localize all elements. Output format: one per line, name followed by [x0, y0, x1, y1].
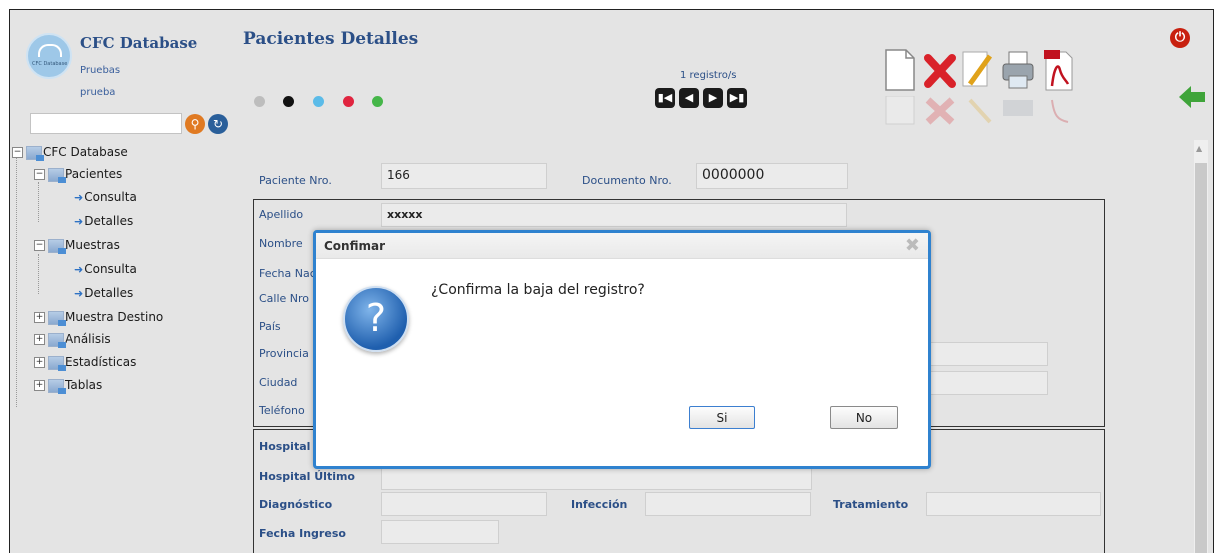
ciudad-label: Ciudad: [259, 376, 298, 389]
collapse-icon[interactable]: −: [34, 240, 45, 251]
telefono-label: Teléfono: [259, 404, 305, 417]
record-count: 1 registro/s: [680, 70, 737, 81]
provincia-extra-field[interactable]: [927, 342, 1048, 366]
app-window: CFC Database CFC Database Pruebas prueba…: [9, 9, 1214, 553]
expand-icon[interactable]: +: [34, 334, 45, 345]
new-document-reflection: [885, 96, 915, 125]
collapse-icon[interactable]: −: [12, 147, 23, 158]
folder-icon: [48, 310, 66, 326]
tree-root[interactable]: − CFC Database: [12, 143, 128, 161]
tree-item-analisis[interactable]: + Análisis: [34, 330, 111, 348]
edit-reflection: [968, 98, 992, 124]
next-record-button[interactable]: ▶: [703, 88, 723, 108]
tratamiento-field[interactable]: [926, 492, 1101, 516]
page-title: Pacientes Detalles: [243, 29, 419, 49]
yes-button[interactable]: Si: [689, 406, 755, 429]
app-logo: CFC Database: [26, 33, 72, 79]
print-reflection: [1003, 100, 1033, 116]
provincia-label: Provincia: [259, 347, 309, 360]
refresh-icon[interactable]: ↻: [208, 114, 228, 134]
documento-field[interactable]: 0000000: [696, 163, 848, 189]
search-input[interactable]: [30, 113, 182, 134]
delete-reflection: [925, 97, 955, 125]
hospital-ultimo-label: Hospital Último: [259, 470, 355, 483]
tree-item-muestras-detalles[interactable]: ➜Detalles: [74, 284, 133, 302]
documento-label: Documento Nro.: [582, 174, 672, 187]
paciente-field[interactable]: 166: [381, 163, 547, 189]
tratamiento-label: Tratamiento: [833, 498, 909, 511]
tree-item-muestras[interactable]: − Muestras: [34, 236, 120, 254]
arrow-right-icon: ➜: [74, 191, 84, 204]
print-icon[interactable]: [1000, 48, 1036, 92]
app-title: CFC Database: [80, 34, 198, 52]
tree-item-muestra-destino[interactable]: + Muestra Destino: [34, 308, 163, 326]
calle-label: Calle Nro: [259, 292, 310, 305]
arrow-right-icon: ➜: [74, 287, 84, 300]
filter-dot-red[interactable]: [343, 96, 354, 107]
tree-item-pacientes-detalles[interactable]: ➜Detalles: [74, 212, 133, 230]
infeccion-label: Infección: [571, 498, 628, 511]
folder-icon: [48, 238, 66, 254]
edit-icon[interactable]: [960, 48, 996, 92]
filter-dot-green[interactable]: [372, 96, 383, 107]
pais-label: País: [259, 320, 281, 333]
apellido-label: Apellido: [259, 208, 304, 221]
diagnostico-label: Diagnóstico: [259, 498, 333, 511]
diagnostico-field[interactable]: [381, 492, 547, 516]
first-record-button[interactable]: ▮◀: [655, 88, 675, 108]
paciente-label: Paciente Nro.: [259, 174, 332, 187]
folder-icon: [26, 145, 44, 161]
tree-item-pacientes-consulta[interactable]: ➜Consulta: [74, 188, 137, 206]
folder-icon: [48, 332, 66, 348]
search-icon[interactable]: ⚲: [185, 114, 205, 134]
ciudad-extra-field[interactable]: [927, 371, 1048, 395]
dialog-message: ¿Confirma la baja del registro?: [431, 282, 645, 298]
expand-icon[interactable]: +: [34, 380, 45, 391]
dialog-header: Confimar ✖: [316, 233, 928, 259]
new-document-icon[interactable]: [882, 48, 918, 92]
pdf-icon[interactable]: [1040, 48, 1076, 92]
filter-dot-black[interactable]: [283, 96, 294, 107]
close-icon[interactable]: ✖: [905, 235, 920, 256]
delete-icon[interactable]: [922, 48, 958, 92]
folder-icon: [48, 378, 66, 394]
arrow-right-icon: ➜: [74, 215, 84, 228]
filter-dot-gray[interactable]: [254, 96, 265, 107]
fecha-ingreso-field[interactable]: [381, 520, 499, 544]
power-icon[interactable]: ⏻: [1170, 28, 1190, 48]
tree-item-pacientes[interactable]: − Pacientes: [34, 165, 122, 183]
fecha-ingreso-label: Fecha Ingreso: [259, 527, 346, 540]
tree-item-estadisticas[interactable]: + Estadísticas: [34, 353, 136, 371]
question-icon: ?: [343, 286, 409, 352]
tree-item-tablas[interactable]: + Tablas: [34, 376, 102, 394]
nombre-label: Nombre: [259, 237, 303, 250]
no-button[interactable]: No: [830, 406, 898, 429]
scroll-up-icon[interactable]: ▲: [1196, 144, 1202, 153]
confirm-dialog: Confimar ✖ ? ¿Confirma la baja del regis…: [313, 230, 931, 469]
apellido-field[interactable]: xxxxx: [381, 203, 847, 227]
folder-icon: [48, 355, 66, 371]
arrow-right-icon: ➜: [74, 263, 84, 276]
pdf-reflection: [1051, 99, 1069, 123]
filter-dot-blue[interactable]: [313, 96, 324, 107]
app-subtitle-2: prueba: [80, 87, 116, 98]
scrollbar-thumb[interactable]: [1195, 163, 1207, 553]
last-record-button[interactable]: ▶▮: [727, 88, 747, 108]
expand-icon[interactable]: +: [34, 357, 45, 368]
fecha-nac-label: Fecha Naci: [259, 267, 319, 280]
prev-record-button[interactable]: ◀: [679, 88, 699, 108]
back-arrow-icon[interactable]: [1178, 85, 1206, 109]
expand-icon[interactable]: +: [34, 312, 45, 323]
collapse-icon[interactable]: −: [34, 169, 45, 180]
tree-item-muestras-consulta[interactable]: ➜Consulta: [74, 260, 137, 278]
hospital-ultimo-field[interactable]: [381, 466, 812, 490]
folder-icon: [48, 167, 66, 183]
dialog-title: Confimar: [324, 239, 386, 253]
infeccion-field[interactable]: [645, 492, 811, 516]
app-subtitle-1: Pruebas: [80, 65, 121, 76]
hospital-label: Hospital: [259, 440, 311, 453]
